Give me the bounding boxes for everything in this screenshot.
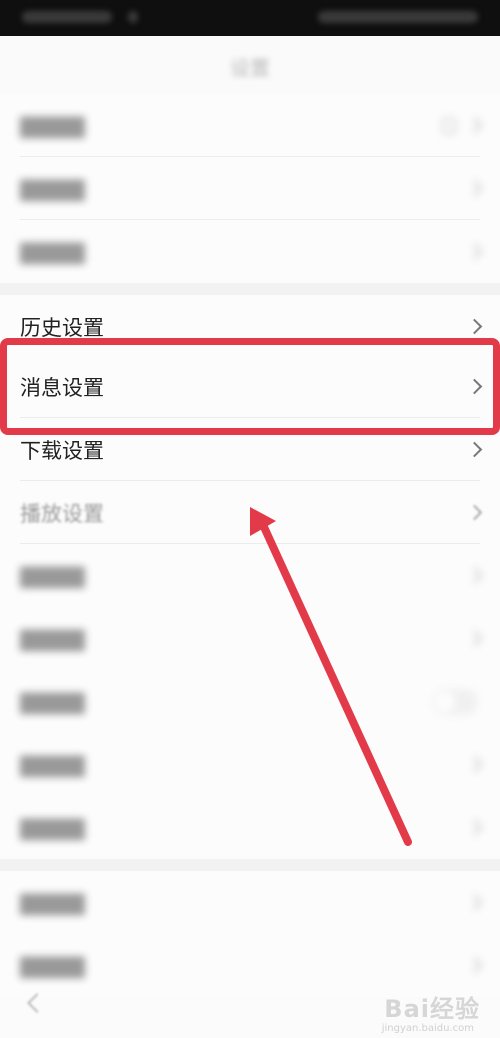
chevron-right-icon — [466, 180, 483, 196]
settings-row-blurred[interactable]: ▇▇▇▇ — [0, 796, 500, 859]
playback-settings-label: 播放设置 — [20, 501, 104, 526]
settings-row-blurred[interactable]: ▇▇▇▇ — [0, 871, 500, 934]
history-settings-label: 历史设置 — [20, 315, 104, 340]
blurred-label: ▇▇▇▇ — [20, 626, 85, 651]
chevron-right-icon — [466, 894, 483, 910]
settings-row-blurred[interactable]: ▇▇▇▇ — [0, 670, 500, 733]
status-bar — [0, 0, 500, 36]
blurred-label: ▇▇▇▇ — [20, 953, 85, 978]
blurred-label: ▇▇▇▇ — [20, 176, 85, 201]
watermark-url: jingyan.baidu.com — [381, 1023, 474, 1034]
device-icon — [442, 117, 456, 134]
chevron-right-icon — [466, 378, 483, 394]
watermark-logo: Bai经验 — [384, 995, 480, 1023]
header-bar: 设置 — [0, 36, 500, 94]
settings-row-blurred[interactable]: ▇▇▇▇ — [0, 157, 500, 220]
settings-row-download[interactable]: 下载设置 — [0, 418, 500, 481]
page-title: 设置 — [230, 56, 270, 80]
settings-row-message[interactable]: 消息设置 — [0, 355, 500, 418]
chevron-right-icon — [466, 441, 483, 457]
toggle-switch[interactable] — [432, 688, 478, 715]
group-divider — [0, 859, 500, 871]
chevron-right-icon — [466, 957, 483, 973]
chevron-right-icon — [466, 504, 483, 520]
blurred-label: ▇▇▇▇ — [20, 113, 85, 138]
chevron-right-icon — [466, 243, 483, 259]
settings-row-blurred[interactable]: ▇▇▇▇ — [0, 220, 500, 283]
chevron-right-icon — [466, 630, 483, 646]
chevron-right-icon — [466, 819, 483, 835]
blurred-label: ▇▇▇▇ — [20, 239, 85, 264]
group-divider — [0, 283, 500, 295]
chevron-right-icon — [466, 756, 483, 772]
blurred-label: ▇▇▇▇ — [20, 689, 85, 714]
chevron-right-icon — [466, 567, 483, 583]
message-settings-label: 消息设置 — [20, 375, 104, 400]
settings-row-blurred[interactable]: ▇▇▇▇ — [0, 934, 500, 997]
chevron-right-icon — [466, 117, 483, 133]
chevron-right-icon — [466, 318, 483, 334]
download-settings-label: 下载设置 — [20, 438, 104, 463]
blurred-label: ▇▇▇▇ — [20, 563, 85, 588]
blurred-label: ▇▇▇▇ — [20, 815, 85, 840]
settings-row-blurred[interactable]: ▇▇▇▇ — [0, 607, 500, 670]
blurred-label: ▇▇▇▇ — [20, 890, 85, 915]
settings-row-blurred[interactable]: ▇▇▇▇ — [0, 733, 500, 796]
settings-row-history[interactable]: 历史设置 — [0, 295, 500, 358]
settings-row-playback[interactable]: 播放设置 — [0, 481, 500, 544]
settings-row-blurred[interactable]: ▇▇▇▇ — [0, 544, 500, 607]
settings-row-blurred[interactable]: ▇▇▇▇ — [0, 94, 500, 157]
blurred-label: ▇▇▇▇ — [20, 752, 85, 777]
settings-screen: 设置 ▇▇▇▇ ▇▇▇▇ ▇▇▇▇ 历史设置 消息设置 下载设置 播放设置 ▇▇… — [0, 0, 500, 1038]
